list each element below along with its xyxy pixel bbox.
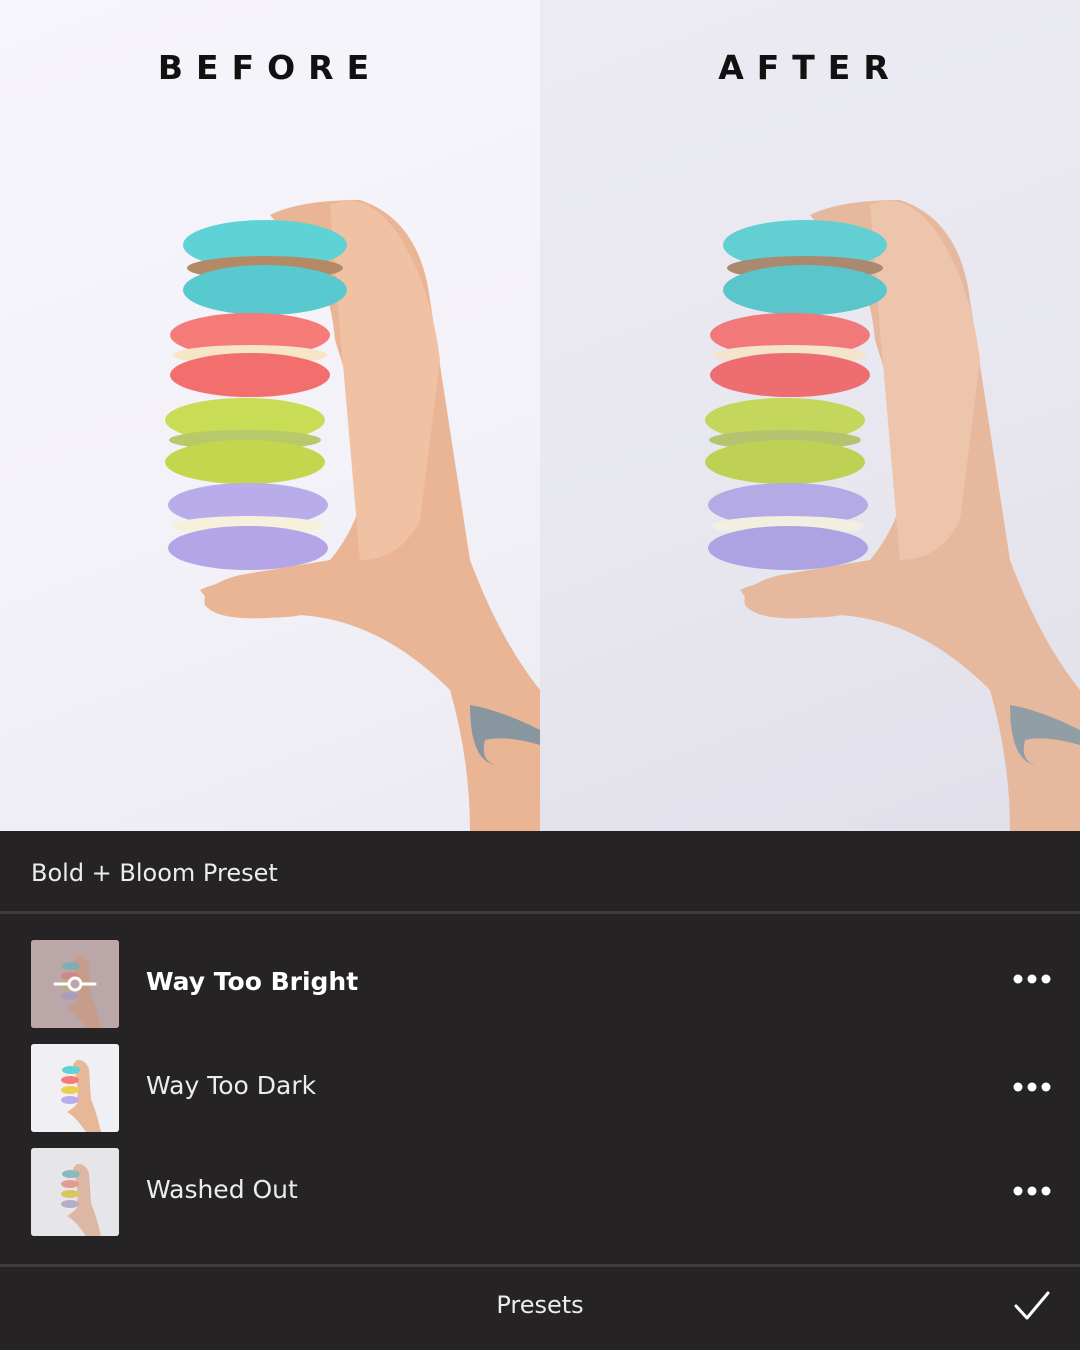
presets-tab[interactable]: Presets (0, 1291, 1080, 1319)
macaron-hand-image (705, 200, 1080, 831)
macaron-stack (165, 220, 347, 570)
preset-label: Way Too Dark (146, 1071, 317, 1100)
preset-thumbnail (31, 1148, 119, 1236)
macaron-hand-image (165, 200, 540, 831)
checkmark-icon[interactable] (1012, 1288, 1052, 1324)
before-after-comparison: BEFORE AFTER (0, 0, 1080, 831)
preset-label: Washed Out (146, 1175, 298, 1204)
preset-item-way-too-dark[interactable]: Way Too Dark (0, 1044, 1080, 1134)
ellipsis-icon[interactable] (1012, 1184, 1052, 1198)
ellipsis-icon[interactable] (1012, 972, 1052, 986)
preset-group-title: Bold + Bloom Preset (31, 859, 278, 887)
preset-thumbnail (31, 1044, 119, 1132)
divider (0, 911, 1080, 914)
after-photo: AFTER (540, 0, 1080, 831)
preset-item-way-too-bright[interactable]: Way Too Bright (0, 940, 1080, 1030)
thumbnail-image (31, 1044, 119, 1132)
preset-thumbnail (31, 940, 119, 1028)
divider (0, 1264, 1080, 1267)
macaron-stack (705, 220, 887, 570)
adjust-slider-icon (53, 976, 97, 992)
ellipsis-icon[interactable] (1012, 1080, 1052, 1094)
before-photo: BEFORE (0, 0, 540, 831)
thumbnail-image (31, 1148, 119, 1236)
after-label: AFTER (718, 48, 902, 87)
preset-panel: Bold + Bloom Preset Way Too Bright Way T… (0, 831, 1080, 1350)
before-label: BEFORE (157, 48, 383, 87)
preset-label: Way Too Bright (146, 967, 359, 996)
preset-item-washed-out[interactable]: Washed Out (0, 1148, 1080, 1238)
